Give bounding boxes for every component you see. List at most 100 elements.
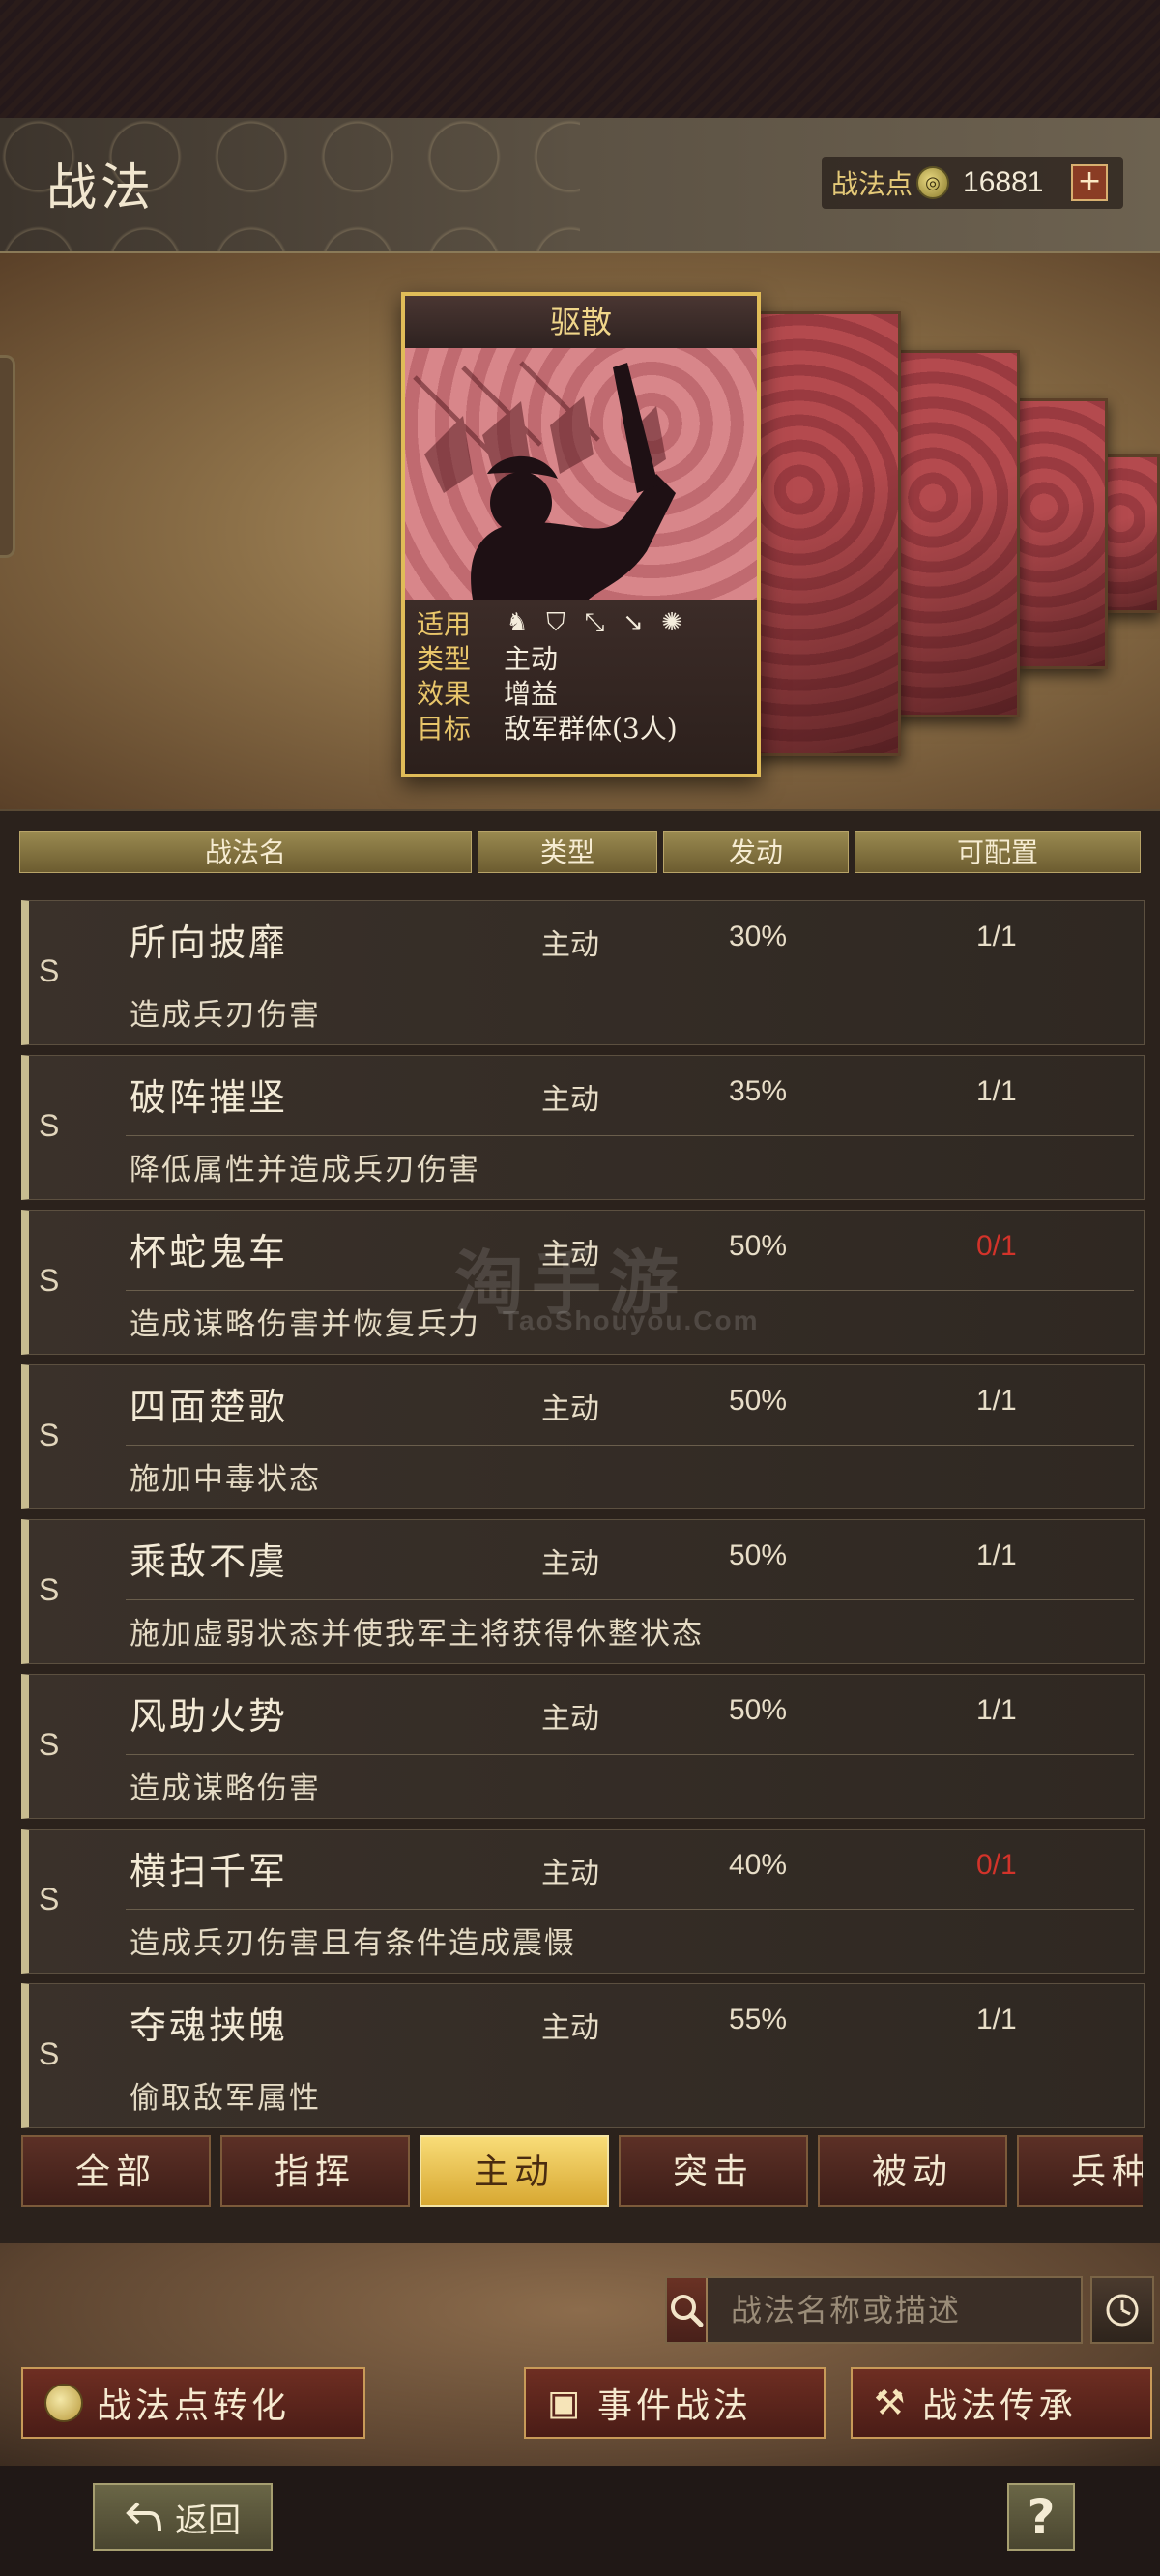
tab-all[interactable]: 全部 (21, 2135, 211, 2207)
card-stack-1[interactable] (754, 311, 901, 756)
tactic-row[interactable]: S 夺魂挟魄 主动 55% 1/1 偷取敌军属性 (21, 1983, 1145, 2128)
column-headers: 战法名 类型 发动 可配置 (19, 831, 1141, 873)
tab-active[interactable]: 主动 (420, 2135, 609, 2207)
tactic-desc: 降低属性并造成兵刃伤害 (130, 1153, 480, 1187)
tactic-desc: 施加虚弱状态并使我军主将获得休整状态 (130, 1617, 704, 1652)
tactic-desc: 造成兵刃伤害 (130, 998, 321, 1033)
row-divider (126, 1290, 1134, 1291)
page-header: 战法 战法点 ◎ 16881 + (0, 118, 1160, 253)
tactic-name: 破阵摧坚 (130, 1076, 289, 1119)
hammer-icon: ⚒ (874, 2383, 910, 2423)
page-title: 战法 (46, 160, 156, 218)
back-arrow-icon (126, 2502, 161, 2532)
convert-points-button[interactable]: 战法点转化 (21, 2367, 365, 2439)
wheel-icon: ✺ (661, 608, 682, 637)
tactic-row[interactable]: S 四面楚歌 主动 50% 1/1 施加中毒状态 (21, 1364, 1145, 1509)
tab-command[interactable]: 指挥 (220, 2135, 410, 2207)
tactic-grade: S (39, 1108, 60, 1143)
tactic-slots: 1/1 (976, 1075, 1017, 1107)
tactic-grade: S (39, 953, 60, 988)
search-box (665, 2276, 1121, 2344)
tactic-slots: 1/1 (976, 1539, 1017, 1571)
tactic-row[interactable]: S 乘敌不虞 主动 50% 1/1 施加虚弱状态并使我军主将获得休整状态 (21, 1519, 1145, 1664)
tactic-row[interactable]: S 横扫千军 主动 40% 0/1 造成兵刃伤害且有条件造成震慑 (21, 1829, 1145, 1974)
tactic-points: 战法点 ◎ 16881 + (822, 157, 1123, 209)
event-tactics-label: 事件战法 (597, 2386, 753, 2426)
help-button[interactable]: ? (1007, 2483, 1075, 2551)
card-stack-3[interactable] (1015, 398, 1108, 669)
tactic-rows: S 所向披靡 主动 30% 1/1 造成兵刃伤害 S 破阵摧坚 主动 35% 1… (21, 900, 1145, 2138)
target-label: 目标 (417, 713, 472, 745)
tactic-desc: 施加中毒状态 (130, 1462, 321, 1497)
convert-points-label: 战法点转化 (97, 2386, 291, 2426)
column-header-name[interactable]: 战法名 (19, 831, 472, 873)
column-header-trigger[interactable]: 发动 (663, 831, 849, 873)
inherit-tactics-button[interactable]: ⚒ 战法传承 (851, 2367, 1152, 2439)
tactic-rate: 35% (729, 1075, 788, 1107)
previous-card-handle[interactable] (0, 355, 15, 558)
tactic-grade: S (39, 1882, 60, 1917)
card-stack-2[interactable] (894, 350, 1020, 717)
tactic-desc: 造成谋略伤害并恢复兵力 (130, 1307, 480, 1342)
history-button[interactable] (1090, 2276, 1154, 2344)
bow-icon: ⤡ (584, 608, 605, 637)
tactic-name: 杯蛇鬼车 (130, 1231, 289, 1273)
clock-icon (1106, 2294, 1139, 2327)
tactic-name: 所向披靡 (130, 922, 289, 964)
tactic-showcase: 驱散 适用 ♞ ⛉ ⤡ ↘ ✺ 类型 主动 效果 增益 目标 敌军群体(3人) (0, 253, 1160, 809)
type-label: 类型 (417, 643, 472, 675)
tactic-name: 横扫千军 (130, 1850, 289, 1892)
points-label: 战法点 (831, 168, 914, 200)
back-button[interactable]: 返回 (93, 2483, 273, 2551)
tactic-name: 乘敌不虞 (130, 1540, 289, 1583)
tactic-slots: 1/1 (976, 1694, 1017, 1726)
tactic-grade: S (39, 1418, 60, 1452)
spear-icon: ↘ (623, 608, 644, 637)
tactic-rate: 55% (729, 2004, 788, 2035)
tactic-type: 主动 (541, 1857, 599, 1890)
row-divider (126, 1599, 1134, 1600)
tactic-desc: 造成兵刃伤害且有条件造成震慑 (130, 1926, 576, 1961)
tactic-row[interactable]: S 风助火势 主动 50% 1/1 造成谋略伤害 (21, 1674, 1145, 1819)
search-icon (671, 2295, 704, 2327)
tactic-list-panel: 战法名 类型 发动 可配置 S 所向披靡 主动 30% 1/1 造成兵刃伤害 S… (0, 809, 1160, 2243)
effect-value: 增益 (504, 678, 559, 710)
event-tactics-button[interactable]: ▣ 事件战法 (524, 2367, 826, 2439)
tab-assault[interactable]: 突击 (619, 2135, 808, 2207)
add-points-button[interactable]: + (1071, 164, 1109, 201)
filter-tabs: 全部 指挥 主动 突击 被动 兵种 (21, 2135, 1143, 2210)
tactic-name: 四面楚歌 (130, 1386, 289, 1428)
points-value: 16881 (963, 166, 1044, 198)
search-button[interactable] (667, 2278, 708, 2342)
tactic-desc: 造成谋略伤害 (130, 1771, 321, 1806)
row-divider (126, 1754, 1134, 1755)
tab-passive[interactable]: 被动 (818, 2135, 1007, 2207)
card-target-row: 目标 敌军群体(3人) (417, 710, 745, 745)
tab-troop-type[interactable]: 兵种 (1017, 2135, 1143, 2207)
top-decor-bar (0, 0, 1160, 118)
tactic-name: 夺魂挟魄 (130, 2005, 289, 2047)
coin-icon: ◎ (916, 166, 950, 199)
back-label: 返回 (175, 2501, 241, 2540)
tactic-type: 主动 (541, 928, 599, 962)
column-header-config[interactable]: 可配置 (855, 831, 1141, 873)
tactic-slots: 1/1 (976, 921, 1017, 952)
coin-icon (44, 2384, 83, 2422)
tactic-row[interactable]: S 破阵摧坚 主动 35% 1/1 降低属性并造成兵刃伤害 (21, 1055, 1145, 1200)
tactic-slots: 1/1 (976, 2004, 1017, 2035)
scroll-icon: ▣ (547, 2383, 585, 2423)
shield-icon: ⛉ (546, 608, 566, 637)
applicable-label: 适用 (417, 608, 472, 640)
card-stack-4[interactable] (1102, 454, 1160, 613)
selected-tactic-card[interactable]: 驱散 适用 ♞ ⛉ ⤡ ↘ ✺ 类型 主动 效果 增益 目标 敌军群体(3人) (401, 292, 761, 777)
search-input[interactable] (708, 2278, 1121, 2342)
tactic-type: 主动 (541, 1238, 599, 1272)
tactic-grade: S (39, 1727, 60, 1762)
card-title: 驱散 (405, 296, 757, 348)
tactic-grade: S (39, 2036, 60, 2071)
tactic-rate: 40% (729, 1849, 788, 1881)
tactic-row[interactable]: S 所向披靡 主动 30% 1/1 造成兵刃伤害 (21, 900, 1145, 1045)
tactic-slots: 1/1 (976, 1385, 1017, 1417)
tactic-rate: 50% (729, 1385, 788, 1417)
column-header-type[interactable]: 类型 (478, 831, 657, 873)
